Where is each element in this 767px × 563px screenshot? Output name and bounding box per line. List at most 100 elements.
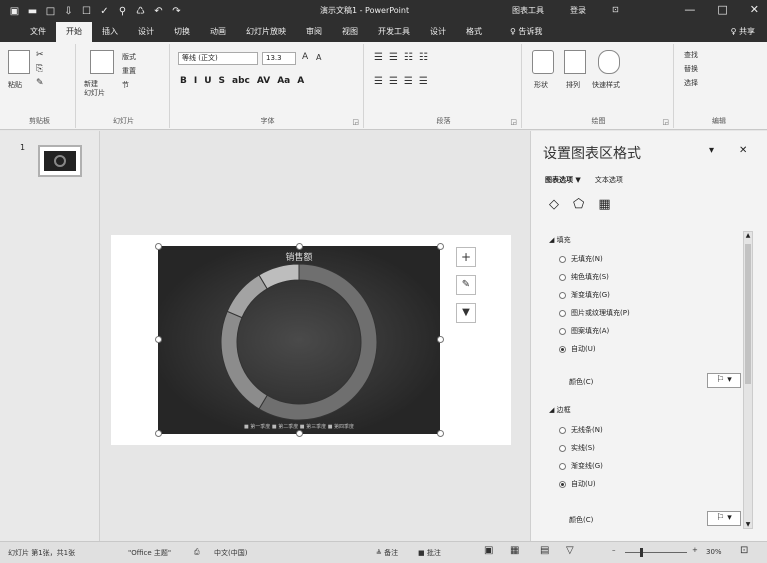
new-slide-icon[interactable] (90, 50, 114, 74)
chart-elements-button[interactable]: + (456, 247, 476, 267)
drawing-launcher-icon[interactable]: ◲ (662, 118, 669, 126)
reading-view-icon[interactable]: ▤ (540, 545, 549, 556)
change-case-button[interactable]: Aa (277, 76, 290, 86)
layout-button[interactable]: 版式 (122, 52, 136, 62)
fit-slide-icon[interactable]: ⊡ (740, 545, 748, 556)
resize-handle-b[interactable] (296, 430, 303, 437)
tab-animations[interactable]: 动画 (200, 22, 236, 42)
shapes-button[interactable]: 形状 (534, 80, 548, 90)
resize-handle-l[interactable] (155, 336, 162, 343)
font-color-button[interactable]: A (297, 76, 304, 86)
paste-icon[interactable] (8, 50, 30, 74)
tab-chart-design[interactable]: 设计 (420, 22, 456, 42)
tab-view[interactable]: 视图 (332, 22, 368, 42)
zoom-in-icon[interactable]: + (692, 546, 698, 554)
bold-button[interactable]: B (180, 76, 187, 86)
maximize-icon[interactable]: □ (717, 3, 727, 16)
preview-icon[interactable]: ⚲ (116, 6, 129, 17)
align-buttons-icon[interactable]: ☰☰☰☰ (374, 76, 434, 87)
shapes-icon[interactable] (532, 50, 554, 74)
open-icon[interactable]: □ (44, 6, 57, 17)
fill-option-pattern[interactable]: 图案填充(A) (559, 326, 609, 336)
download-icon[interactable]: ⇩ (62, 6, 75, 17)
slide[interactable]: 销售额 ■ 第一季度 ■ 第二季度 ■ 第三季度 ■ 第四季度 + ✎ ▼ (111, 235, 511, 445)
redo-icon[interactable]: ↷ (170, 6, 183, 17)
zoom-slider-knob[interactable] (640, 548, 643, 557)
ribbon-display-icon[interactable]: ⊡ (612, 5, 619, 16)
tab-home[interactable]: 开始 (56, 22, 92, 42)
sign-in-link[interactable]: 登录 (570, 5, 586, 16)
tell-me-search[interactable]: ♀ 告诉我 (500, 22, 552, 42)
arrange-button[interactable]: 排列 (566, 80, 580, 90)
list-buttons-icon[interactable]: ☰☰☷☷ (374, 52, 434, 63)
spacing-button[interactable]: AV (257, 76, 270, 86)
tab-design[interactable]: 设计 (128, 22, 164, 42)
scroll-up-icon[interactable]: ▲ (744, 232, 752, 239)
tab-transitions[interactable]: 切换 (164, 22, 200, 42)
fill-color-button[interactable]: ⚐ ▾ (707, 373, 741, 388)
pane-scrollbar[interactable]: ▲ ▼ (743, 231, 753, 529)
notes-button[interactable]: ≜ 备注 (376, 548, 398, 558)
select-button[interactable]: 选择 (684, 78, 698, 88)
tab-insert[interactable]: 插入 (92, 22, 128, 42)
quick-styles-button[interactable]: 快速样式 (592, 80, 620, 90)
doughnut-slice[interactable] (220, 310, 268, 410)
fill-option-gradient[interactable]: 渐变填充(G) (559, 290, 610, 300)
tab-chart-format[interactable]: 格式 (456, 22, 492, 42)
pane-options-icon[interactable]: ▾ (709, 145, 714, 156)
tab-review[interactable]: 审阅 (296, 22, 332, 42)
check-icon[interactable]: ☐ (80, 6, 93, 17)
border-option-solid[interactable]: 实线(S) (559, 443, 595, 453)
copy-icon[interactable]: ⎘ (36, 64, 43, 74)
arrange-icon[interactable] (564, 50, 586, 74)
fill-option-auto[interactable]: 自动(U) (559, 344, 596, 354)
close-icon[interactable]: ✕ (750, 3, 759, 16)
scrollbar-thumb[interactable] (745, 244, 751, 384)
fill-line-icon[interactable]: ◇ (549, 197, 559, 212)
new-slide-button[interactable]: 新建 幻灯片 (84, 80, 105, 98)
proofing-icon[interactable]: ⎙ (194, 548, 200, 557)
font-launcher-icon[interactable]: ◲ (352, 118, 359, 126)
zoom-slider[interactable] (625, 552, 687, 553)
section-button[interactable]: 节 (122, 80, 129, 90)
shadow-button[interactable]: S (219, 76, 225, 86)
scroll-down-icon[interactable]: ▼ (744, 521, 752, 528)
resize-handle-bl[interactable] (155, 430, 162, 437)
resize-handle-r[interactable] (437, 336, 444, 343)
fill-option-picture[interactable]: 图片或纹理填充(P) (559, 308, 630, 318)
undo-icon[interactable]: ↶ (152, 6, 165, 17)
slide-thumbnail[interactable] (38, 145, 82, 177)
zoom-level[interactable]: 30% (706, 548, 722, 556)
find-button[interactable]: 查找 (684, 50, 698, 60)
tab-chart-options[interactable]: 图表选项 ▼ (545, 175, 581, 185)
chart-area[interactable]: 销售额 ■ 第一季度 ■ 第二季度 ■ 第三季度 ■ 第四季度 (158, 246, 440, 434)
language-status[interactable]: 中文(中国) (214, 548, 247, 558)
resize-handle-tr[interactable] (437, 243, 444, 250)
cut-icon[interactable]: ✂ (36, 50, 44, 60)
fill-option-solid[interactable]: 纯色填充(S) (559, 272, 609, 282)
print-icon[interactable]: ♺ (134, 6, 147, 17)
save-icon[interactable]: ▣ (8, 6, 21, 17)
fill-option-none[interactable]: 无填充(N) (559, 254, 603, 264)
paragraph-launcher-icon[interactable]: ◲ (510, 118, 517, 126)
grow-font-button[interactable]: A (302, 52, 308, 62)
font-size-combo[interactable]: 13.3 (262, 52, 296, 65)
new-icon[interactable]: ▬ (26, 6, 39, 17)
zoom-out-icon[interactable]: – (612, 546, 616, 554)
border-option-none[interactable]: 无线条(N) (559, 425, 603, 435)
paste-button[interactable]: 粘贴 (8, 80, 22, 90)
border-color-button[interactable]: ⚐ ▾ (707, 511, 741, 526)
font-name-combo[interactable]: 等线 (正文) (178, 52, 258, 65)
underline-button[interactable]: U (204, 76, 211, 86)
replace-button[interactable]: 替换 (684, 64, 698, 74)
share-button[interactable]: ♀ 共享 (731, 26, 755, 37)
slide-sorter-icon[interactable]: ▦ (510, 545, 519, 556)
border-section-header[interactable]: ◢ 边框 (549, 405, 571, 415)
tab-file[interactable]: 文件 (20, 22, 56, 42)
shrink-font-button[interactable]: A (316, 53, 321, 62)
format-painter-icon[interactable]: ✎ (36, 78, 44, 88)
doughnut-slice[interactable] (226, 274, 268, 319)
normal-view-icon[interactable]: ▣ (484, 545, 493, 556)
tab-slideshow[interactable]: 幻灯片放映 (236, 22, 296, 42)
border-option-auto[interactable]: 自动(U) (559, 479, 596, 489)
